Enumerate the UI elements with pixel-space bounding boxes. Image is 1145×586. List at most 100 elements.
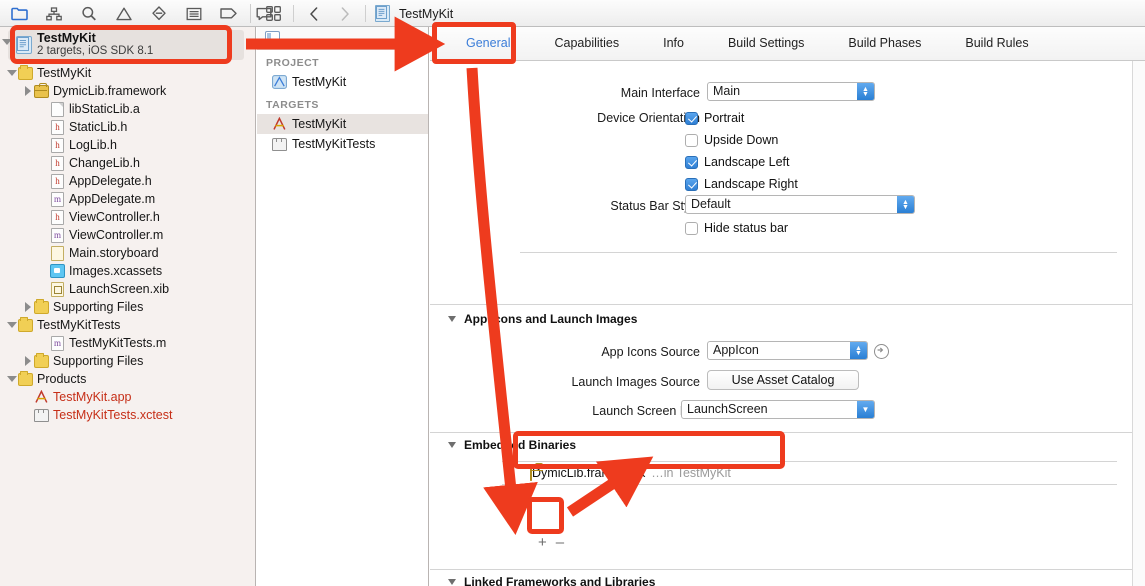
navigator-item[interactable]: mTestMyKitTests.m — [0, 334, 256, 352]
pane-toggle-icon[interactable] — [265, 31, 280, 46]
twisty-right-icon[interactable] — [22, 356, 33, 367]
twisty-placeholder — [38, 266, 49, 277]
twisty-down-icon[interactable] — [6, 320, 17, 331]
navigator-item[interactable]: mViewController.m — [0, 226, 256, 244]
xcode-project-icon — [271, 75, 288, 90]
navigator-item[interactable]: hLogLib.h — [0, 136, 256, 154]
document-icon — [50, 102, 65, 117]
navigator-item[interactable]: Products — [0, 370, 256, 388]
orientation-label: Landscape Right — [704, 177, 798, 191]
back-chevron-icon[interactable] — [303, 4, 325, 24]
pane-toolbar — [257, 27, 428, 50]
reveal-in-assets-icon[interactable] — [874, 344, 889, 359]
hierarchy-navigator-icon[interactable] — [43, 4, 65, 24]
toolbar-divider-3 — [365, 5, 366, 22]
pane-item-testmykit[interactable]: TestMyKit — [257, 114, 428, 134]
orientation-checkbox[interactable] — [685, 134, 698, 147]
navigator-item[interactable]: libStaticLib.a — [0, 100, 256, 118]
chevron-updown-icon[interactable]: ▲▼ — [850, 342, 867, 359]
chevron-updown-icon[interactable]: ▲▼ — [857, 83, 874, 100]
orientation-row-upside-down[interactable]: Upside Down — [685, 133, 778, 147]
project-file-icon — [375, 5, 390, 22]
twisty-down-icon[interactable] — [6, 374, 17, 385]
navigator-item[interactable]: hChangeLib.h — [0, 154, 256, 172]
folder-navigator-icon[interactable] — [8, 4, 30, 24]
navigator-item[interactable]: Main.storyboard — [0, 244, 256, 262]
twisty-placeholder — [38, 230, 49, 241]
editor-tabs: GeneralCapabilitiesInfoBuild SettingsBui… — [430, 27, 1145, 60]
tab-info[interactable]: Info — [641, 27, 706, 60]
tab-build-settings[interactable]: Build Settings — [706, 27, 826, 60]
navigator-item[interactable]: hAppDelegate.h — [0, 172, 256, 190]
twisty-placeholder — [38, 104, 49, 115]
navigator-item[interactable]: mAppDelegate.m — [0, 190, 256, 208]
tab-build-phases[interactable]: Build Phases — [826, 27, 943, 60]
chevron-updown-icon[interactable]: ▲▼ — [897, 196, 914, 213]
pane-item-testmykit[interactable]: TestMyKit — [257, 72, 428, 92]
orientation-checkbox[interactable] — [685, 178, 698, 191]
general-tab-highlight — [432, 22, 516, 64]
app-icons-section-twisty[interactable] — [448, 316, 456, 322]
add-embedded-binary-button[interactable]: + — [538, 534, 556, 551]
linked-frameworks-section-twisty[interactable] — [448, 579, 456, 585]
assistant-editor-icon[interactable] — [262, 4, 284, 24]
tab-build-rules[interactable]: Build Rules — [943, 27, 1050, 60]
orientation-label: Landscape Left — [704, 155, 790, 169]
navigator-item-label: ChangeLib.h — [69, 156, 140, 170]
navigator-item[interactable]: DymicLib.framework — [0, 82, 256, 100]
navigator-item[interactable]: hViewController.h — [0, 208, 256, 226]
launch-screen-file-combo[interactable]: LaunchScreen ▼ — [681, 400, 875, 419]
warning-navigator-icon[interactable] — [113, 4, 135, 24]
orientation-checkbox[interactable] — [685, 112, 698, 125]
navigator-item[interactable]: Images.xcassets — [0, 262, 256, 280]
navigator-item[interactable]: Supporting Files — [0, 352, 256, 370]
twisty-right-icon[interactable] — [22, 86, 33, 97]
navigator-item-label: libStaticLib.a — [69, 102, 140, 116]
navigator-item[interactable]: TestMyKitTests.xctest — [0, 406, 256, 424]
framework-icon — [34, 84, 49, 99]
navigator-item[interactable]: hStaticLib.h — [0, 118, 256, 136]
navigator-item[interactable]: TestMyKit.app — [0, 388, 256, 406]
test-navigator-icon[interactable] — [148, 4, 170, 24]
forward-chevron-icon[interactable] — [334, 4, 356, 24]
embedded-binaries-section-twisty[interactable] — [448, 442, 456, 448]
embedded-binary-row-highlight — [513, 431, 785, 469]
navigator-item-label: Supporting Files — [53, 354, 143, 368]
app-icons-source-label: App Icons Source — [534, 345, 700, 359]
navigator-item-label: LaunchScreen.xib — [69, 282, 169, 296]
launch-images-source-button[interactable]: Use Asset Catalog — [707, 370, 859, 390]
orientation-row-landscape-right[interactable]: Landscape Right — [685, 177, 798, 191]
twisty-right-icon[interactable] — [22, 302, 33, 313]
chevron-down-icon[interactable]: ▼ — [857, 401, 874, 418]
navigator-item[interactable]: TestMyKitTests — [0, 316, 256, 334]
twisty-down-icon[interactable] — [6, 68, 17, 79]
hide-status-bar-checkbox[interactable] — [685, 222, 698, 235]
app-icons-source-combo[interactable]: AppIcon ▲▼ — [707, 341, 868, 360]
debug-navigator-icon[interactable] — [183, 4, 205, 24]
breadcrumb-label[interactable]: TestMyKit — [399, 7, 453, 21]
search-navigator-icon[interactable] — [78, 4, 100, 24]
main-interface-combo[interactable]: Main ▲▼ — [707, 82, 875, 101]
folder-icon — [18, 372, 33, 387]
orientation-label: Upside Down — [704, 133, 778, 147]
tab-capabilities[interactable]: Capabilities — [532, 27, 641, 60]
editor-vertical-scrollbar[interactable] — [1132, 61, 1145, 586]
navigator-item-label: StaticLib.h — [69, 120, 127, 134]
launch-screen-file-value: LaunchScreen — [682, 401, 874, 418]
breakpoint-navigator-icon[interactable] — [218, 4, 240, 24]
hide-status-bar-row[interactable]: Hide status bar — [685, 221, 788, 235]
targets-list: TestMyKit TestMyKitTests — [257, 114, 428, 154]
navigator-item[interactable]: LaunchScreen.xib — [0, 280, 256, 298]
orientation-row-portrait[interactable]: Portrait — [685, 111, 744, 125]
remove-embedded-binary-button[interactable]: – — [556, 534, 573, 551]
navigator-item[interactable]: Supporting Files — [0, 298, 256, 316]
header-file-icon: h — [50, 174, 65, 189]
navigator-item-label: LogLib.h — [69, 138, 117, 152]
twisty-placeholder — [22, 410, 33, 421]
orientation-checkbox[interactable] — [685, 156, 698, 169]
status-bar-style-combo[interactable]: Default ▲▼ — [685, 195, 915, 214]
navigator-item[interactable]: TestMyKit — [0, 64, 256, 82]
pane-item-label: TestMyKit — [292, 117, 346, 131]
orientation-row-landscape-left[interactable]: Landscape Left — [685, 155, 790, 169]
pane-item-testmykittests[interactable]: TestMyKitTests — [257, 134, 428, 154]
